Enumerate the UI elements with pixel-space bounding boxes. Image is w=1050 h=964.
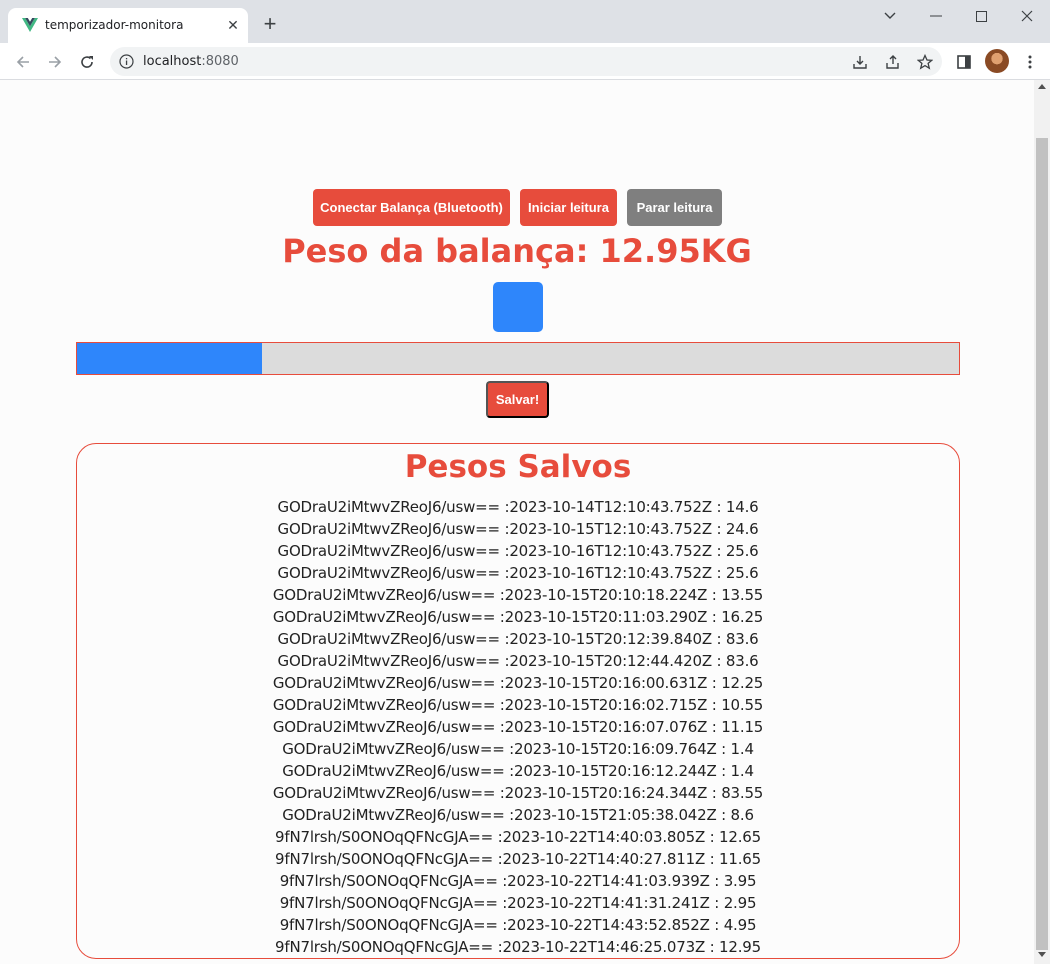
saved-weights-list: GODraU2iMtwvZReoJ6/usw== :2023-10-14T12:… (77, 496, 959, 958)
close-window-icon[interactable] (1005, 4, 1049, 28)
saved-weight-entry: GODraU2iMtwvZReoJ6/usw== :2023-10-16T12:… (277, 542, 759, 560)
saved-weights-title: Pesos Salvos (404, 449, 632, 485)
stop-reading-button[interactable]: Parar leitura (627, 189, 722, 226)
site-info-icon[interactable] (119, 54, 134, 69)
profile-avatar[interactable] (985, 49, 1009, 73)
browser-tab-strip: temporizador-monitora ✕ + (0, 0, 1050, 43)
saved-weight-entry: GODraU2iMtwvZReoJ6/usw== :2023-10-15T20:… (282, 762, 754, 780)
new-tab-icon[interactable]: + (258, 13, 282, 37)
reload-icon[interactable] (76, 51, 98, 73)
saved-weight-entry: 9fN7lrsh/S0ONOqQFNcGJA== :2023-10-22T14:… (279, 872, 757, 890)
save-button[interactable]: Salvar! (486, 381, 549, 418)
progress-bar-fill (77, 343, 263, 374)
tab-search-icon[interactable] (868, 4, 912, 28)
maximize-icon[interactable] (959, 4, 1003, 28)
saved-weight-entry: GODraU2iMtwvZReoJ6/usw== :2023-10-15T21:… (282, 806, 754, 824)
saved-weight-entry: 9fN7lrsh/S0ONOqQFNcGJA== :2023-10-22T14:… (279, 894, 757, 912)
saved-weight-entry: 9fN7lrsh/S0ONOqQFNcGJA== :2023-10-22T14:… (275, 828, 761, 846)
scroll-up-arrow-icon[interactable] (1038, 84, 1046, 89)
saved-weight-entry: GODraU2iMtwvZReoJ6/usw== :2023-10-15T20:… (272, 718, 764, 736)
saved-weight-entry: GODraU2iMtwvZReoJ6/usw== :2023-10-15T20:… (272, 696, 764, 714)
scroll-down-arrow-icon[interactable] (1038, 952, 1046, 957)
saved-weight-entry: GODraU2iMtwvZReoJ6/usw== :2023-10-15T12:… (277, 520, 759, 538)
saved-weight-entry: 9fN7lrsh/S0ONOqQFNcGJA== :2023-10-22T14:… (275, 938, 761, 956)
saved-weight-entry: GODraU2iMtwvZReoJ6/usw== :2023-10-14T12:… (277, 498, 759, 516)
saved-weight-entry: GODraU2iMtwvZReoJ6/usw== :2023-10-15T20:… (282, 740, 754, 758)
back-arrow-icon[interactable] (12, 51, 34, 73)
saved-weight-entry: 9fN7lrsh/S0ONOqQFNcGJA== :2023-10-22T14:… (279, 916, 757, 934)
address-bar[interactable]: localhost:8080 (110, 47, 942, 76)
progress-bar (76, 342, 960, 375)
forward-arrow-icon[interactable] (44, 51, 66, 73)
start-reading-button[interactable]: Iniciar leitura (520, 189, 617, 226)
minimize-icon[interactable] (914, 4, 958, 28)
saved-weight-entry: GODraU2iMtwvZReoJ6/usw== :2023-10-16T12:… (277, 564, 759, 582)
saved-weight-entry: GODraU2iMtwvZReoJ6/usw== :2023-10-15T20:… (272, 608, 764, 626)
side-panel-icon[interactable] (953, 51, 975, 73)
tab-close-icon[interactable]: ✕ (225, 17, 241, 33)
vue-logo-icon (22, 18, 38, 32)
saved-weight-entry: GODraU2iMtwvZReoJ6/usw== :2023-10-15T20:… (272, 784, 764, 802)
menu-dots-icon[interactable] (1019, 51, 1041, 73)
saved-weight-entry: GODraU2iMtwvZReoJ6/usw== :2023-10-15T20:… (277, 630, 759, 648)
tab-title: temporizador-monitora (45, 18, 184, 32)
saved-weight-entry: GODraU2iMtwvZReoJ6/usw== :2023-10-15T20:… (272, 586, 764, 604)
browser-tab[interactable]: temporizador-monitora ✕ (8, 8, 248, 43)
bookmark-star-icon[interactable] (915, 52, 935, 72)
saved-weight-entry: GODraU2iMtwvZReoJ6/usw== :2023-10-15T20:… (272, 674, 764, 692)
status-indicator (493, 282, 543, 332)
share-icon[interactable] (883, 52, 903, 72)
saved-weight-entry: GODraU2iMtwvZReoJ6/usw== :2023-10-15T20:… (277, 652, 759, 670)
install-app-icon[interactable] (850, 52, 870, 72)
browser-toolbar: localhost:8080 (0, 43, 1050, 80)
connect-scale-button[interactable]: Conectar Balança (Bluetooth) (313, 189, 510, 226)
url-port: :8080 (201, 54, 239, 69)
saved-weights-panel: Pesos Salvos GODraU2iMtwvZReoJ6/usw== :2… (76, 443, 960, 959)
url-text: localhost:8080 (143, 54, 239, 69)
saved-weight-entry: 9fN7lrsh/S0ONOqQFNcGJA== :2023-10-22T14:… (275, 850, 761, 868)
url-host: localhost (143, 54, 202, 69)
scale-weight-heading: Peso da balança: 12.95KG (282, 232, 752, 270)
scrollbar-thumb[interactable] (1036, 138, 1048, 950)
